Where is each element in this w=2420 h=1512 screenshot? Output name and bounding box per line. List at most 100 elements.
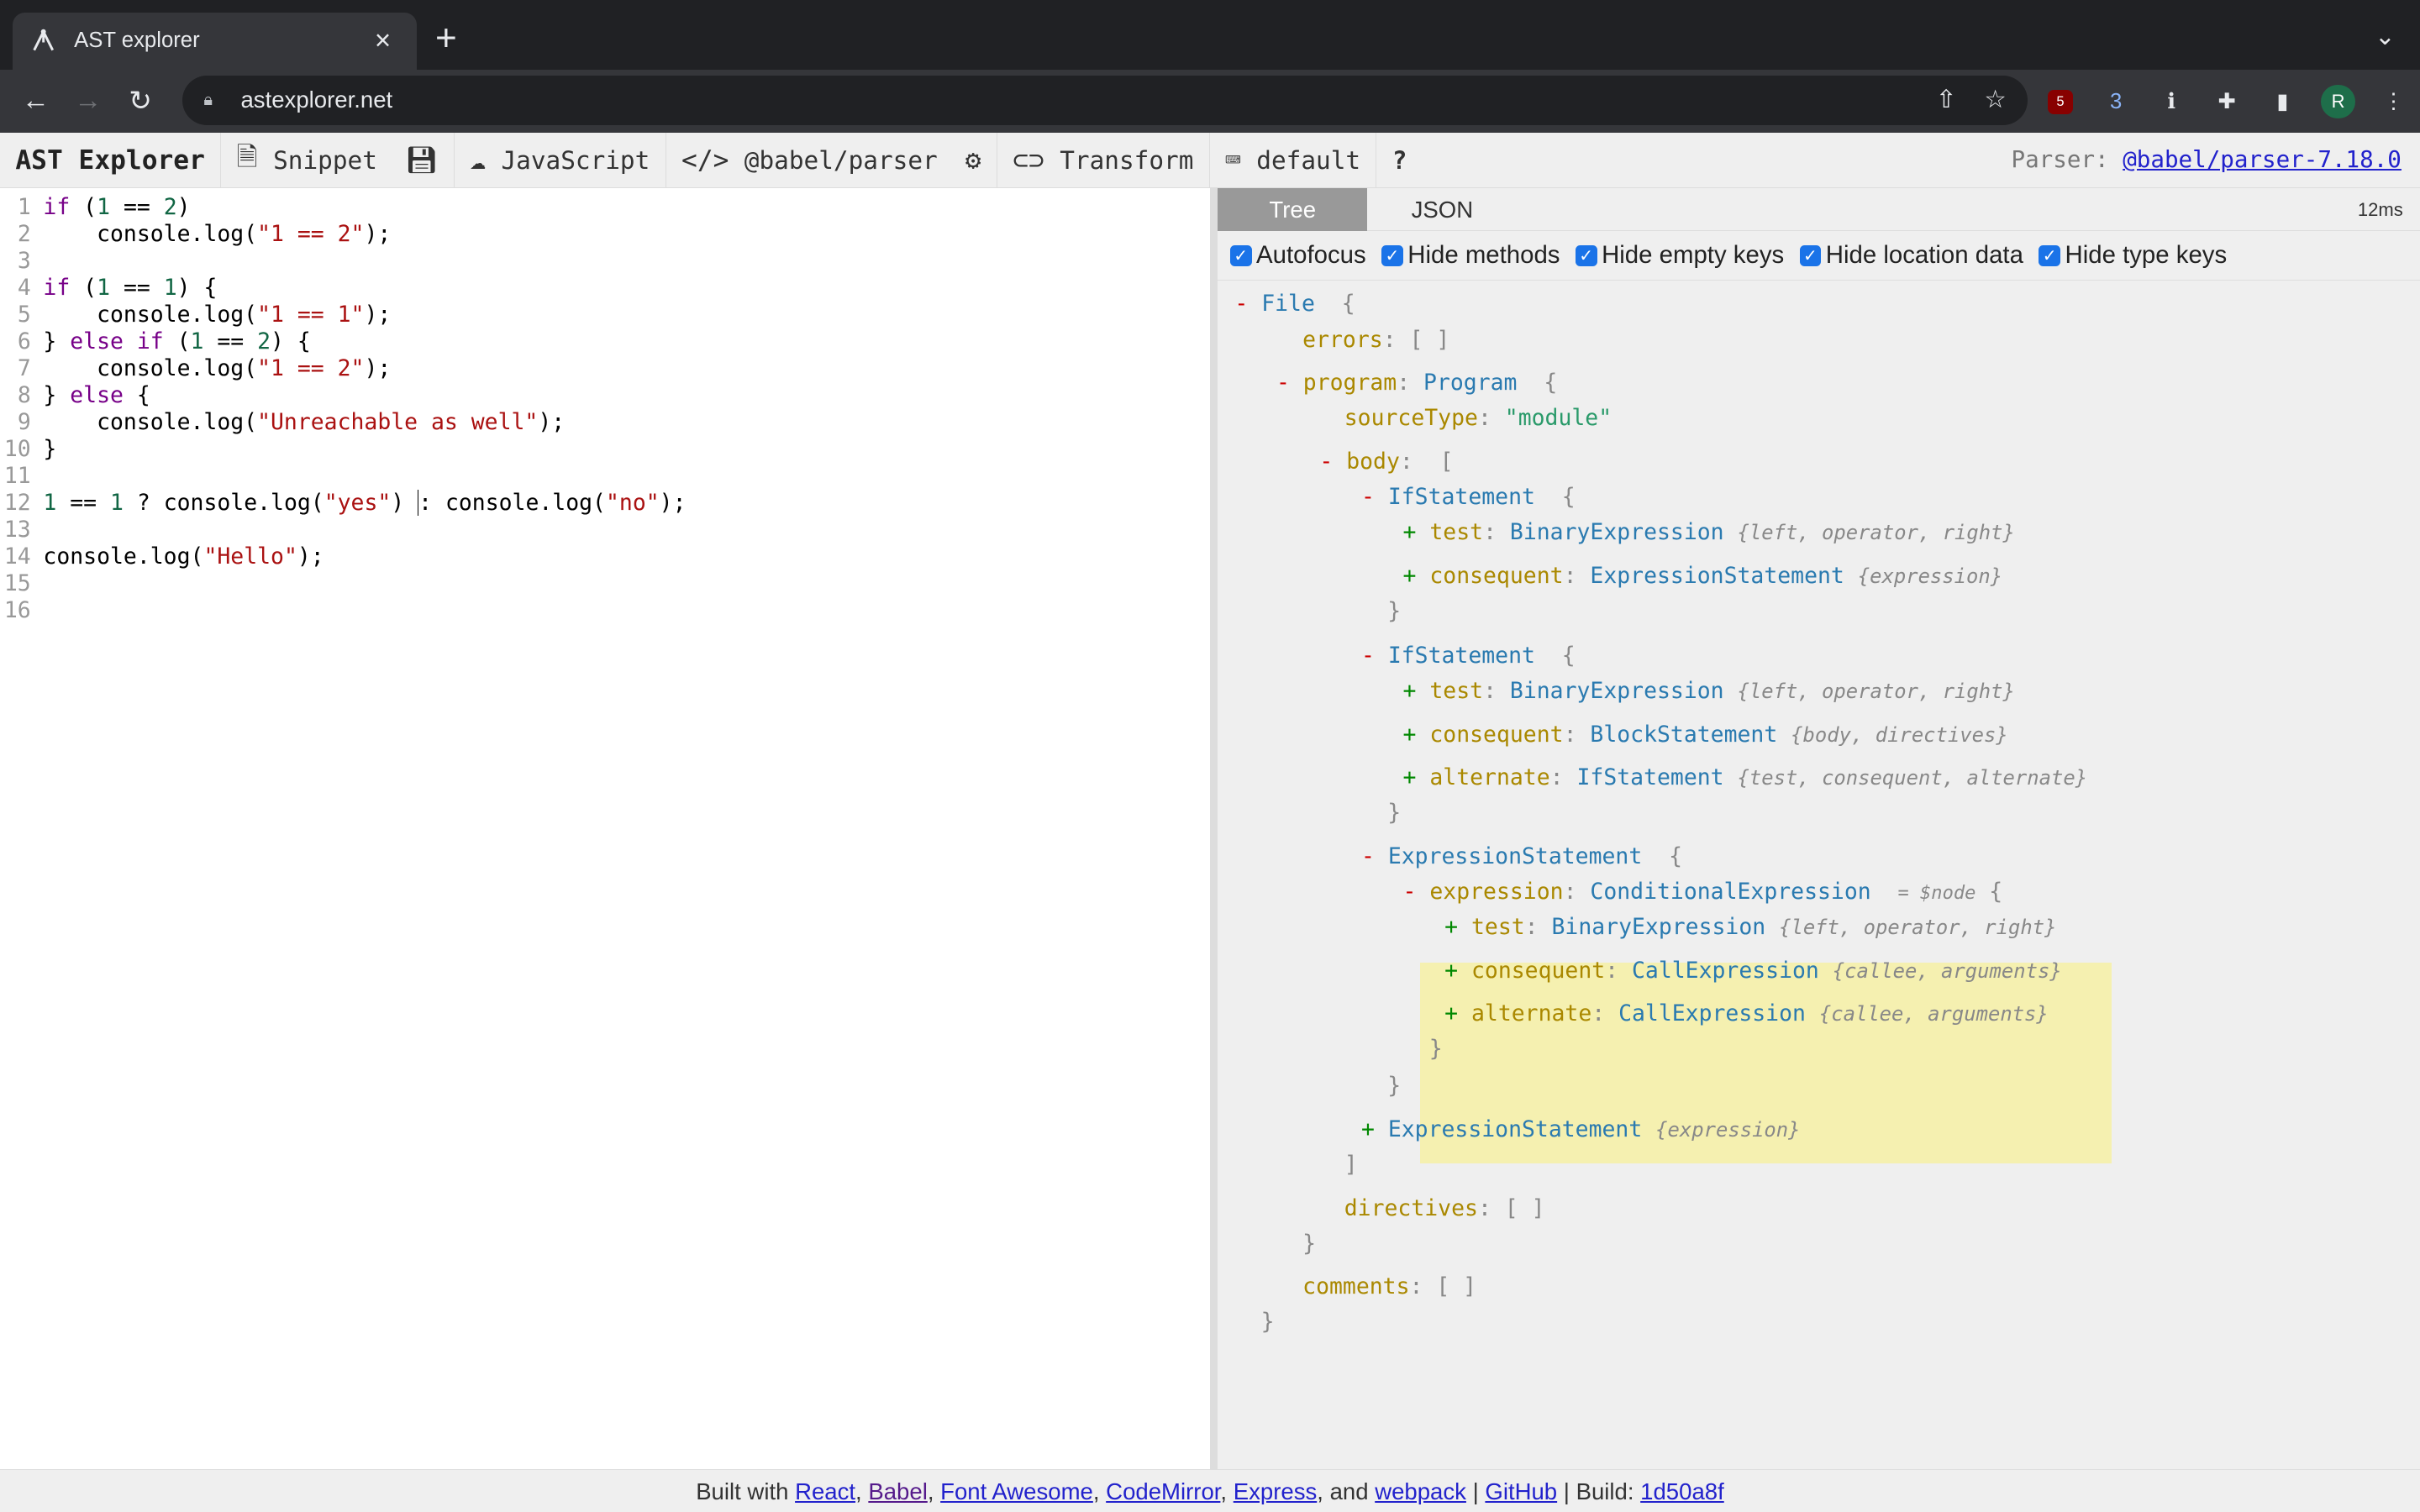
sidepanel-icon[interactable]: ▮ <box>2265 85 2299 118</box>
tree-bracket: ] <box>1344 1152 1358 1179</box>
tree-node-program[interactable]: - program: Program { <box>1276 369 1557 396</box>
code-line: 12 1 == 1 ? console.log("yes") : console.… <box>3 489 687 516</box>
tree-node-expressionstatement[interactable]: - ExpressionStatement { <box>1361 843 1682 870</box>
tree-brace: } <box>1387 597 1402 624</box>
language-select[interactable]: ☁ JavaScript <box>455 132 666 188</box>
transform-toggle[interactable]: ⊂⊃ Transform <box>997 132 1210 188</box>
code-line: 6} else if (1 == 2) { <box>17 328 311 355</box>
option-hide-empty-keys[interactable]: ✓ Hide empty keys <box>1575 241 1784 270</box>
option-hide-methods[interactable]: ✓ Hide methods <box>1381 241 1560 270</box>
toggle-off-icon: ⊂⊃ <box>1013 144 1044 176</box>
profile-avatar[interactable]: R <box>2321 85 2355 119</box>
option-hide-location-data[interactable]: ✓ Hide location data <box>1799 241 2023 270</box>
gear-icon[interactable]: ⚙ <box>965 145 981 176</box>
option-hide-type-keys[interactable]: ✓ Hide type keys <box>2039 241 2227 270</box>
tree-node-file[interactable]: - File { <box>1234 290 1355 318</box>
app-header: AST Explorer 🗎 Snippet 💾︎ ☁ JavaScript <… <box>0 132 2420 189</box>
astexplorer-favicon-icon <box>31 29 55 53</box>
output-pane: Tree JSON 12ms ✓ Autofocus ✓ Hide methods … <box>1218 188 2420 1469</box>
browser-tab[interactable]: AST explorer × <box>12 12 417 70</box>
footer: Built with React, Babel, Font Awesome, C… <box>0 1468 2420 1512</box>
app-logo: AST Explorer <box>0 132 222 188</box>
snippet-button[interactable]: 🗎 Snippet 💾︎ <box>221 132 455 188</box>
tree-node-consequent[interactable]: + consequent: ExpressionStatement {expre… <box>1403 562 2003 590</box>
checkbox-checked-icon[interactable]: ✓ <box>1229 244 1252 267</box>
puzzle-extensions-icon[interactable]: ✚ <box>2210 85 2244 118</box>
webpack-link[interactable]: webpack <box>1375 1478 1466 1504</box>
codemirror-link[interactable]: CodeMirror <box>1106 1478 1220 1504</box>
code-editor[interactable]: 1 if (1 == 2) 2 console.log("1 == 2"); 3 … <box>0 188 1210 1469</box>
address-bar[interactable]: 🔒︎ astexplorer.net ⇧ ☆ <box>182 75 2028 125</box>
tab-tree[interactable]: Tree <box>1218 188 1368 232</box>
code-line: 8} else { <box>17 382 150 409</box>
share-icon[interactable]: ⇧ <box>1936 85 1957 114</box>
help-icon: ? <box>1392 145 1407 175</box>
tree-node-alternate[interactable]: + alternate: IfStatement {test, conseque… <box>1403 764 2088 791</box>
tree-node-ifstatement[interactable]: - IfStatement { <box>1361 642 1576 669</box>
react-link[interactable]: React <box>795 1478 855 1504</box>
help-button[interactable]: ? <box>1376 133 1422 187</box>
forward-icon[interactable]: → <box>61 85 113 117</box>
tree-node-expressionstatement[interactable]: + ExpressionStatement {expression} <box>1361 1116 1801 1143</box>
github-link[interactable]: GitHub <box>1485 1478 1557 1504</box>
checkbox-checked-icon[interactable]: ✓ <box>1799 244 1822 267</box>
tree-prop: sourceType: "module" <box>1344 405 1612 432</box>
build-hash-link[interactable]: 1d50a8f <box>1640 1478 1724 1504</box>
output-tabs: Tree JSON 12ms <box>1218 188 2420 232</box>
lock-icon: 🔒︎ <box>203 90 213 109</box>
tree-prop: directives: [ ] <box>1344 1194 1545 1221</box>
tree-node-test[interactable]: + test: BinaryExpression {left, operator… <box>1444 913 2056 941</box>
keymap-label: default <box>1256 145 1361 175</box>
tree-brace: } <box>1302 1230 1317 1257</box>
fontawesome-link[interactable]: Font Awesome <box>940 1478 1093 1504</box>
back-icon[interactable]: ← <box>9 85 61 117</box>
cloud-icon: ☁ <box>470 144 487 176</box>
reload-icon[interactable]: ↻ <box>114 84 166 118</box>
info-extension-icon[interactable]: ℹ <box>2154 85 2188 118</box>
code-line: 5 console.log("1 == 1"); <box>17 302 392 328</box>
checkbox-checked-icon[interactable]: ✓ <box>1381 244 1403 267</box>
browser-toolbar: ← → ↻ 🔒︎ astexplorer.net ⇧ ☆ 5 3 ℹ ✚ ▮ R… <box>0 69 2420 133</box>
code-line: 10} <box>3 435 57 462</box>
express-link[interactable]: Express <box>1234 1478 1318 1504</box>
pane-resize-handle[interactable] <box>1209 188 1218 1469</box>
babel-link[interactable]: Babel <box>868 1478 927 1504</box>
parser-version-link[interactable]: @babel/parser-7.18.0 <box>2123 146 2402 173</box>
file-code-icon: 🗎 <box>236 142 258 172</box>
code-line: 16 <box>3 596 31 623</box>
tree-node-consequent[interactable]: + consequent: CallExpression {callee, ar… <box>1444 957 2062 984</box>
code-line: 3 <box>17 248 31 275</box>
tree-brace: } <box>1428 1036 1443 1063</box>
tree-brace: } <box>1387 1073 1402 1100</box>
code-line: 7 console.log("1 == 2"); <box>17 355 392 382</box>
checkbox-checked-icon[interactable]: ✓ <box>1575 244 1597 267</box>
save-icon[interactable]: 💾︎ <box>405 144 439 176</box>
extension-icon[interactable]: 3 <box>2099 85 2133 118</box>
checkbox-checked-icon[interactable]: ✓ <box>2039 244 2060 267</box>
parser-info-label: Parser: <box>2011 146 2109 174</box>
tree-node-consequent[interactable]: + consequent: BlockStatement {body, dire… <box>1403 721 2008 748</box>
tree-options: ✓ Autofocus ✓ Hide methods ✓ Hide empty key… <box>1218 231 2420 281</box>
language-label: JavaScript <box>501 145 650 175</box>
tree-node-expression[interactable]: - expression: ConditionalExpression = $n… <box>1403 878 2003 906</box>
tree-brace: } <box>1387 800 1402 827</box>
new-tab-icon[interactable]: + <box>435 19 457 57</box>
tab-json[interactable]: JSON <box>1367 188 1517 231</box>
bookmark-star-icon[interactable]: ☆ <box>1984 85 2006 114</box>
browser-menu-icon[interactable]: ⋮ <box>2376 85 2410 118</box>
close-tab-icon[interactable]: × <box>367 25 398 57</box>
ublock-extension-icon[interactable]: 5 <box>2044 85 2077 118</box>
tree-node-alternate[interactable]: + alternate: CallExpression {callee, arg… <box>1444 1000 2049 1027</box>
tree-node-ifstatement[interactable]: - IfStatement { <box>1361 483 1576 511</box>
tree-node-test[interactable]: + test: BinaryExpression {left, operator… <box>1403 518 2015 546</box>
parse-timing: 12ms <box>2357 198 2403 220</box>
tree-node-test[interactable]: + test: BinaryExpression {left, operator… <box>1403 677 2015 705</box>
keymap-select[interactable]: ⌨ default <box>1210 132 1377 188</box>
code-line: 9 console.log("Unreachable as well"); <box>17 409 566 436</box>
extensions-area: 5 3 ℹ ✚ ▮ R ⋮ <box>2044 85 2411 119</box>
option-autofocus[interactable]: ✓ Autofocus <box>1229 241 1366 270</box>
parser-select[interactable]: </> @babel/parser ⚙ <box>666 132 997 188</box>
tab-search-icon[interactable]: ⌄ <box>2375 22 2396 51</box>
tree-node-body[interactable]: - body: [ <box>1319 448 1453 475</box>
code-line: 13 <box>3 516 31 543</box>
